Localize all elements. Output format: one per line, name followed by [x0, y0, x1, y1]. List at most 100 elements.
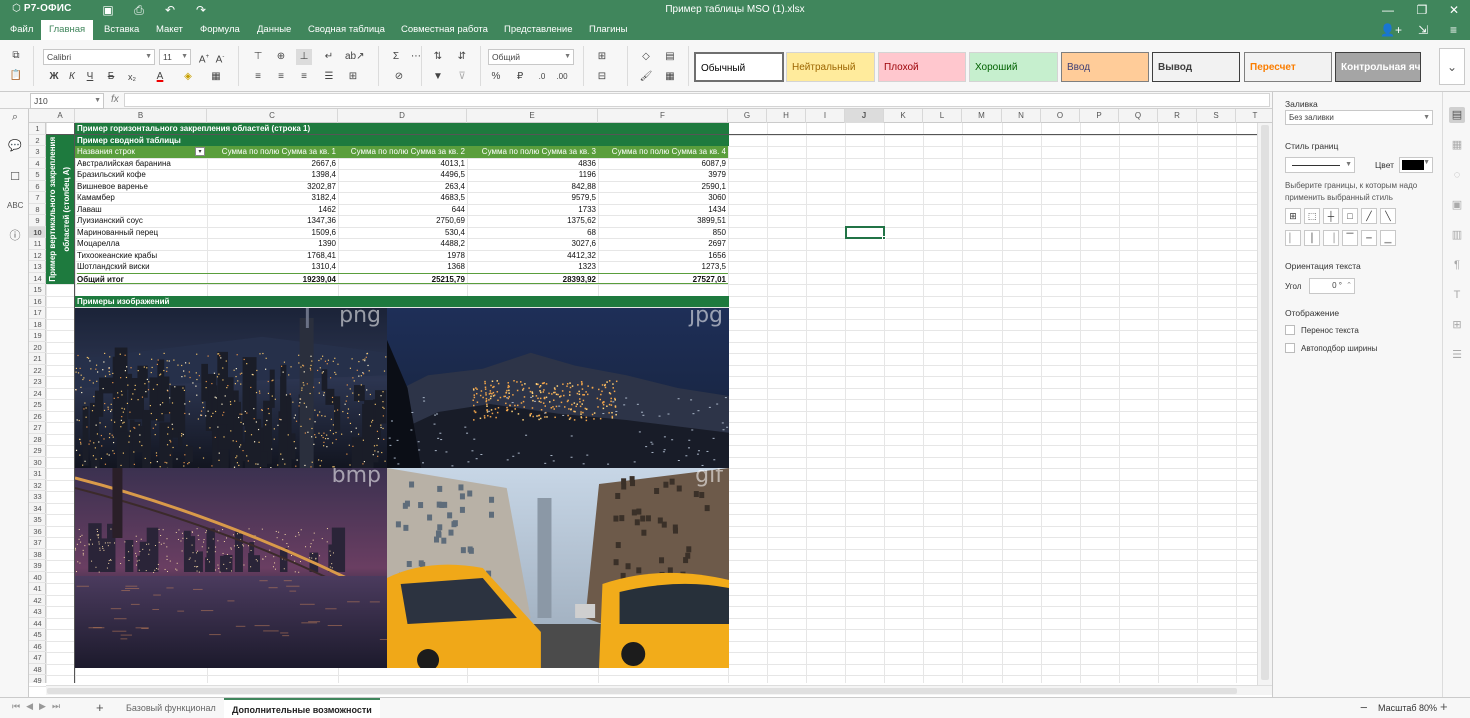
scrollbar-thumb[interactable]	[47, 688, 1237, 694]
align-bottom-icon[interactable]: ⊥	[296, 49, 312, 65]
tab-view[interactable]: Представление	[496, 20, 581, 40]
search-icon[interactable]: ⌕	[7, 109, 23, 125]
tab-collaboration[interactable]: Совместная работа	[393, 20, 496, 40]
font-size-select[interactable]: 11 ▼	[159, 49, 191, 65]
close-icon[interactable]: ✕	[1446, 2, 1462, 18]
sheet-tab-basic[interactable]: Базовый функционал	[118, 698, 224, 718]
sort-asc-icon[interactable]: ⇅	[430, 49, 446, 65]
borders-icon[interactable]: ▦	[208, 69, 224, 85]
fill-handle[interactable]	[882, 236, 886, 240]
shape-settings-icon[interactable]: ◌	[1449, 167, 1465, 183]
filter-dropdown-icon[interactable]: ▾	[195, 147, 205, 156]
fx-icon[interactable]: fx	[111, 94, 119, 105]
chat-icon[interactable]: ☐	[7, 169, 23, 185]
angle-input[interactable]: 0 ° ⌃	[1309, 278, 1355, 294]
insert-cells-icon[interactable]: ⊞	[594, 49, 610, 65]
name-box[interactable]: J10 ▼	[30, 93, 104, 109]
format-painter-icon[interactable]: 🖌	[638, 69, 654, 85]
merge-cells-icon[interactable]: ⊞	[345, 69, 361, 85]
top-border-icon[interactable]: ▔	[1342, 230, 1358, 246]
tab-file[interactable]: Файл	[2, 20, 41, 40]
percent-button[interactable]: %	[488, 69, 504, 85]
wrap-text-icon[interactable]: ↵	[321, 49, 337, 65]
delete-cells-icon[interactable]: ⊟	[594, 69, 610, 85]
table-style-icon[interactable]: ▤	[662, 49, 678, 65]
fill-select[interactable]: Без заливки ▼	[1285, 110, 1433, 125]
text-art-icon[interactable]: T	[1449, 287, 1465, 303]
align-right-icon[interactable]: ≡	[296, 69, 312, 85]
tab-home[interactable]: Главная	[41, 20, 94, 40]
decimal-increase-icon[interactable]: .00	[554, 69, 570, 85]
clear-icon[interactable]: ⊘	[391, 69, 407, 85]
align-center-icon[interactable]: ≡	[273, 69, 289, 85]
outer-border-icon[interactable]: □	[1342, 208, 1358, 224]
zoom-in-icon[interactable]: +	[1440, 700, 1448, 713]
sort-desc-icon[interactable]: ⇵	[454, 49, 470, 65]
right-border-icon[interactable]: ▕	[1323, 230, 1339, 246]
styles-expand-icon[interactable]: ⌄	[1439, 48, 1465, 85]
restore-icon[interactable]: ❐	[1414, 2, 1430, 18]
menu-icon[interactable]: ≡	[1442, 20, 1465, 40]
image-settings-icon[interactable]: ▣	[1449, 197, 1465, 213]
strikethrough-button[interactable]: Б	[103, 69, 119, 85]
tab-insert[interactable]: Вставка	[96, 20, 147, 40]
add-user-icon[interactable]: 👤+	[1372, 20, 1410, 40]
copy-icon[interactable]: ⧉	[8, 48, 24, 64]
tab-layout[interactable]: Макет	[148, 20, 191, 40]
cell-style-5[interactable]: Ввод	[1061, 52, 1149, 82]
cell-style-6[interactable]: Вывод	[1152, 52, 1240, 82]
inner-horizontal-icon[interactable]: ━	[1361, 230, 1377, 246]
selected-cell[interactable]	[845, 225, 886, 240]
cell-settings-icon[interactable]: ▤	[1449, 107, 1465, 123]
vertical-scrollbar[interactable]	[1257, 123, 1272, 685]
info-icon[interactable]: ⓘ	[7, 228, 23, 244]
add-sheet-icon[interactable]: +	[96, 700, 104, 715]
bottom-border-icon[interactable]: ▁	[1380, 230, 1396, 246]
diag-up-icon[interactable]: ╱	[1361, 208, 1377, 224]
slicer-settings-icon[interactable]: ☰	[1449, 347, 1465, 363]
align-left-icon[interactable]: ≡	[250, 69, 266, 85]
format-as-table-icon[interactable]: ▦	[662, 69, 678, 85]
sum-icon[interactable]: Σ	[388, 49, 404, 65]
diag-down-icon[interactable]: ╲	[1380, 208, 1396, 224]
increase-font-icon[interactable]: A+	[196, 49, 212, 65]
underline-button[interactable]: Ч	[82, 69, 98, 85]
horizontal-scrollbar[interactable]	[46, 685, 1272, 695]
zoom-out-icon[interactable]: −	[1360, 701, 1368, 714]
clear-filter-icon[interactable]: ⊽	[454, 69, 470, 85]
wrap-text-checkbox[interactable]	[1285, 325, 1295, 335]
align-top-icon[interactable]: ⊤	[250, 49, 266, 65]
paste-icon[interactable]: 📋	[8, 68, 24, 84]
all-borders-icon[interactable]: ⊞	[1285, 208, 1301, 224]
bold-button[interactable]: Ж	[46, 69, 62, 85]
decimal-decrease-icon[interactable]: .0	[534, 69, 550, 85]
tab-pivot[interactable]: Сводная таблица	[300, 20, 393, 40]
table-settings-icon[interactable]: ▦	[1449, 137, 1465, 153]
font-color-button[interactable]: А	[152, 69, 168, 85]
autofit-checkbox[interactable]	[1285, 343, 1295, 353]
text-orientation-icon[interactable]: ab↗	[345, 49, 365, 65]
cell-style-8[interactable]: Контрольная яче	[1335, 52, 1421, 82]
border-color-picker[interactable]: ▼	[1399, 157, 1433, 173]
cell-style-1[interactable]: Обычный	[694, 52, 784, 82]
spellcheck-icon[interactable]: ABC	[7, 198, 23, 214]
tab-formula[interactable]: Формула	[192, 20, 248, 40]
number-format-select[interactable]: Общий ▼	[488, 49, 574, 65]
inner-cross-icon[interactable]: ┼	[1323, 208, 1339, 224]
align-middle-icon[interactable]: ⊕	[273, 49, 289, 65]
paragraph-settings-icon[interactable]: ¶	[1449, 257, 1465, 273]
subscript-button[interactable]: х₂	[124, 69, 140, 85]
left-border-icon[interactable]: ▏	[1285, 230, 1301, 246]
decrease-font-icon[interactable]: A-	[212, 49, 228, 65]
sheet-nav-icon[interactable]: ⏮◀▶⏭	[12, 701, 66, 712]
border-style-select[interactable]: ▼	[1285, 157, 1355, 173]
comments-icon[interactable]: 💬	[7, 138, 23, 154]
chart-settings-icon[interactable]: ▥	[1449, 227, 1465, 243]
cell-style-3[interactable]: Плохой	[878, 52, 966, 82]
fill-color-icon[interactable]: ◈	[180, 69, 196, 85]
minimize-icon[interactable]: —	[1380, 2, 1396, 18]
eraser-icon[interactable]: ◇	[638, 49, 654, 65]
italic-button[interactable]: К	[64, 69, 80, 85]
tab-data[interactable]: Данные	[249, 20, 299, 40]
cell-style-7[interactable]: Пересчет	[1244, 52, 1332, 82]
